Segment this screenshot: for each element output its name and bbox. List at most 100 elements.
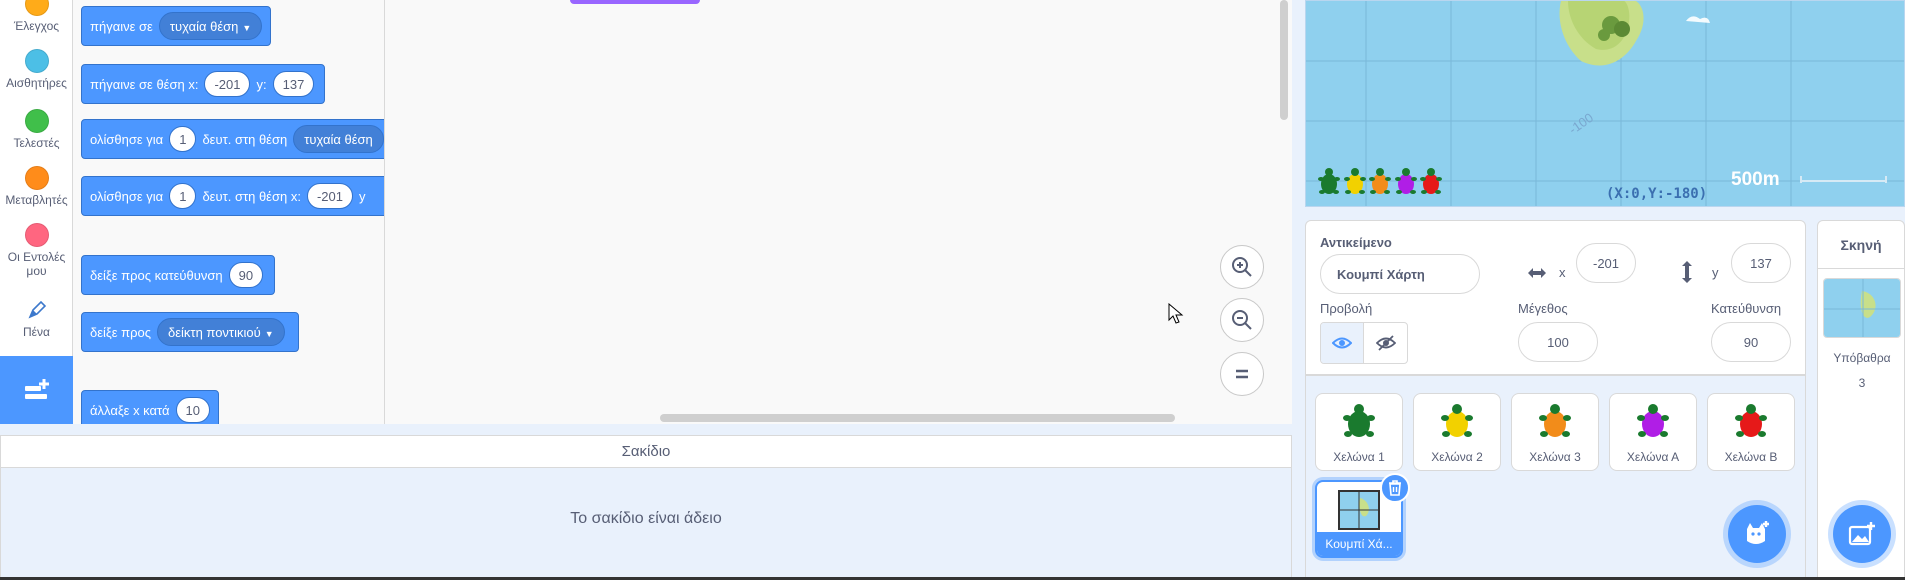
sprite-tile-turtle-1[interactable]: Χελώνα 1	[1315, 393, 1403, 471]
add-extension-icon	[24, 379, 49, 399]
block-glide-xy[interactable]: ολίσθησε για 1 δευτ. στη θέση x: -201 y	[81, 176, 384, 216]
my-blocks-category-dot	[24, 223, 49, 247]
backpack: Σακίδιο Το σακίδιο είναι άδειο	[0, 435, 1292, 580]
block-text: δείξε προς	[90, 324, 152, 340]
backdrop-thumbnail	[1823, 278, 1901, 338]
block-text: πήγαινε σε	[90, 18, 153, 34]
block-goto-random[interactable]: πήγαινε σε τυχαία θέση ▼	[81, 6, 271, 46]
block-text: ολίσθησε για	[90, 188, 164, 204]
sprite-name: Χελώνα Β	[1724, 450, 1778, 464]
delete-sprite-button[interactable]	[1380, 473, 1410, 503]
category-label: Πένα	[23, 325, 50, 339]
block-point-towards[interactable]: δείξε προς δείκτη ποντικιού ▼	[81, 312, 299, 352]
sprite-tile-turtle-a[interactable]: Χελώνα Α	[1609, 393, 1697, 471]
zoom-in-icon	[1232, 257, 1252, 277]
seconds-input[interactable]: 1	[169, 183, 197, 209]
block-text: πήγαινε σε θέση x:	[90, 76, 199, 92]
zoom-reset-button[interactable]	[1220, 352, 1264, 396]
hide-sprite-button[interactable]	[1364, 323, 1407, 363]
stage-turtle-sprite[interactable]	[1318, 167, 1340, 197]
choose-backdrop-button[interactable]	[1833, 505, 1891, 563]
sprite-tile-turtle-2[interactable]: Χελώνα 2	[1413, 393, 1501, 471]
zoom-out-button[interactable]	[1220, 298, 1264, 342]
eye-icon	[1332, 337, 1352, 349]
turtle-sprite-icon	[1441, 404, 1473, 437]
horizontal-arrows-icon	[1526, 263, 1548, 288]
sensing-category-dot	[24, 49, 49, 73]
scratch-editor: Έλεγχος Αισθητήρες Τελεστές Μεταβλητές Ο…	[0, 0, 1905, 580]
operators-category-dot	[24, 109, 49, 133]
sprite-name: Χελώνα Α	[1626, 450, 1680, 464]
category-my-blocks[interactable]: Οι Εντολές μου	[0, 223, 73, 278]
show-sprite-button[interactable]	[1321, 323, 1365, 363]
pen-icon	[0, 298, 73, 322]
add-extension-button[interactable]	[0, 356, 73, 424]
sprite-name: Χελώνα 1	[1333, 450, 1385, 464]
block-text: δείξε προς κατεύθυνση	[90, 267, 223, 283]
x-input[interactable]: -201	[204, 71, 251, 97]
x-position-input[interactable]: -201	[1576, 243, 1636, 283]
choose-sprite-button[interactable]	[1728, 505, 1786, 563]
zoom-out-icon	[1232, 310, 1252, 330]
vertical-arrows-icon	[1679, 259, 1695, 290]
block-glide-random[interactable]: ολίσθησε για 1 δευτ. στη θέση τυχαία θέσ…	[81, 119, 384, 159]
control-category-dot	[24, 0, 49, 16]
stage-turtle-sprite[interactable]	[1420, 167, 1442, 197]
stage-turtle-sprite[interactable]	[1343, 167, 1366, 197]
visibility-toggle	[1320, 322, 1408, 364]
target-dropdown[interactable]: δείκτη ποντικιού ▼	[157, 318, 285, 346]
dropdown-label: δείκτη ποντικιού	[168, 325, 261, 340]
backpack-header[interactable]: Σακίδιο	[1, 436, 1291, 468]
category-variables[interactable]: Μεταβλητές	[0, 166, 73, 207]
sprite-name-input[interactable]: Κουμπί Χάρτη	[1320, 254, 1480, 294]
category-operators[interactable]: Τελεστές	[0, 109, 73, 150]
sprite-tile-turtle-3[interactable]: Χελώνα 3	[1511, 393, 1599, 471]
position-dropdown[interactable]: τυχαία θέση	[293, 125, 384, 153]
zoom-in-button[interactable]	[1220, 245, 1264, 289]
map-thumbnail-icon	[1824, 279, 1900, 337]
direction-input[interactable]: 90	[1711, 322, 1791, 362]
script-area[interactable]	[385, 0, 1292, 424]
show-label: Προβολή	[1320, 301, 1373, 316]
y-position-input[interactable]: 137	[1731, 243, 1791, 283]
stage-turtle-sprite[interactable]	[1394, 167, 1417, 197]
block-text: άλλαξε x κατά	[90, 402, 170, 418]
sprite-tile-turtle-b[interactable]: Χελώνα Β	[1707, 393, 1795, 471]
equals-icon	[1236, 369, 1248, 379]
block-goto-xy[interactable]: πήγαινε σε θέση x: -201 y: 137	[81, 64, 325, 104]
category-sensing[interactable]: Αισθητήρες	[0, 49, 73, 90]
looks-block-stub[interactable]	[570, 0, 700, 4]
chevron-down-icon: ▼	[264, 329, 274, 339]
sprite-info-panel: Αντικείμενο Κουμπί Χάρτη x -201 y 137 Πρ…	[1305, 220, 1806, 375]
category-menu: Έλεγχος Αισθητήρες Τελεστές Μεταβλητές Ο…	[0, 0, 73, 356]
map-button-sprite-icon	[1338, 490, 1380, 530]
y-input[interactable]: 137	[272, 71, 315, 97]
horizontal-scrollbar[interactable]	[660, 414, 1175, 422]
direction-input[interactable]: 90	[228, 262, 264, 288]
sprite-name: Κουμπί Χά...	[1317, 532, 1401, 556]
block-change-x[interactable]: άλλαξε x κατά 10	[81, 390, 219, 424]
position-dropdown[interactable]: τυχαία θέση ▼	[158, 12, 263, 40]
coordinate-label: (X:0,Y:-180)	[1606, 186, 1708, 202]
image-add-icon	[1848, 522, 1875, 546]
category-control[interactable]: Έλεγχος	[0, 0, 73, 33]
block-point-direction[interactable]: δείξε προς κατεύθυνση 90	[81, 255, 275, 295]
turtle-sprite-icon	[1637, 404, 1669, 437]
size-input[interactable]: 100	[1518, 322, 1598, 362]
vertical-scrollbar[interactable]	[1280, 0, 1288, 120]
change-input[interactable]: 10	[175, 397, 210, 423]
x-input[interactable]: -201	[306, 183, 353, 209]
category-label: Μεταβλητές	[5, 193, 68, 207]
chevron-down-icon: ▼	[242, 23, 252, 33]
turtle-sprite-icon	[1539, 404, 1571, 437]
backdrops-label: Υπόβαθρα	[1833, 351, 1891, 365]
stage-turtle-sprite[interactable]	[1369, 167, 1391, 197]
category-label: Οι Εντολές μου	[7, 250, 66, 278]
seconds-input[interactable]: 1	[169, 126, 197, 152]
category-label: Έλεγχος	[13, 19, 60, 33]
stage-canvas[interactable]: 500m (X:0,Y:-180) -100	[1305, 0, 1905, 207]
sprite-name: Χελώνα 2	[1431, 450, 1483, 464]
category-pen[interactable]: Πένα	[0, 298, 73, 339]
x-label: x	[1559, 265, 1566, 280]
trash-icon	[1389, 480, 1401, 496]
